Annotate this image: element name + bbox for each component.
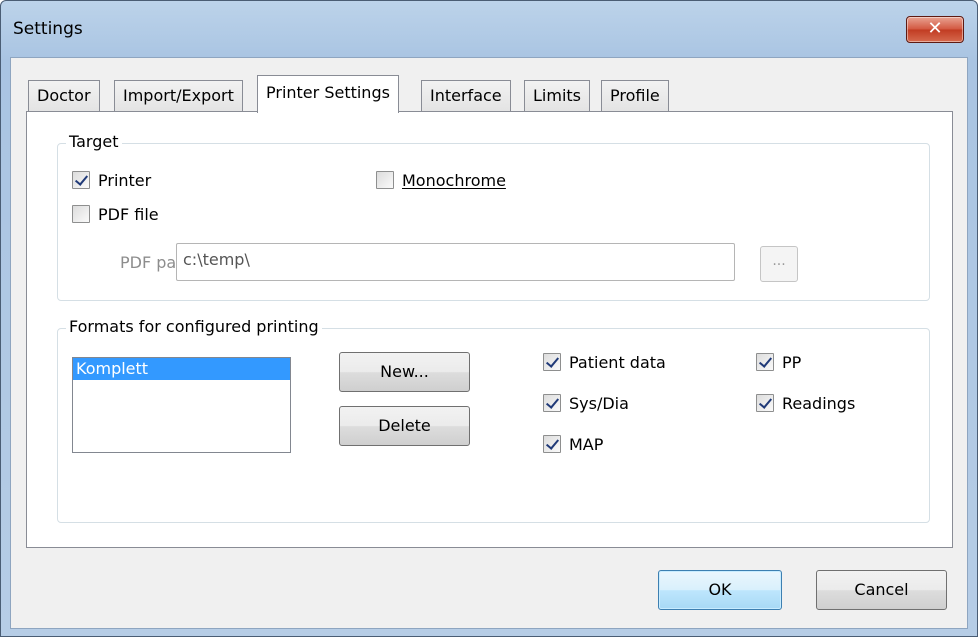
window-title: Settings [13,19,83,39]
tab-profile[interactable]: Profile [601,80,669,112]
dialog-client-area: Doctor Import/Export Printer Settings In… [10,57,968,629]
tab-doctor[interactable]: Doctor [28,80,100,112]
close-icon: ✕ [927,18,943,39]
tab-printer-settings[interactable]: Printer Settings [257,75,399,113]
tab-interface[interactable]: Interface [421,80,511,112]
tab-import-export[interactable]: Import/Export [114,80,243,112]
new-format-button[interactable]: New... [339,352,470,392]
target-group-label: Target [66,133,122,151]
pdf-path-input[interactable]: c:\temp\ [176,243,735,281]
list-item[interactable]: Komplett [73,358,290,380]
map-checkbox[interactable] [543,435,561,453]
title-bar[interactable]: Settings ✕ [1,1,977,57]
formats-group-label: Formats for configured printing [66,318,322,336]
monochrome-checkbox[interactable] [376,171,394,189]
formats-listbox[interactable]: Komplett [72,357,291,453]
cancel-button[interactable]: Cancel [816,570,947,610]
pp-checkbox[interactable] [756,353,774,371]
pdf-file-checkbox-label[interactable]: PDF file [98,206,159,224]
sys-dia-checkbox-label[interactable]: Sys/Dia [569,395,629,413]
map-checkbox-label[interactable]: MAP [569,436,603,454]
printer-checkbox[interactable] [72,171,90,189]
readings-checkbox-label[interactable]: Readings [782,395,855,413]
ok-button[interactable]: OK [658,570,782,610]
printer-checkbox-label[interactable]: Printer [98,172,151,190]
pp-checkbox-label[interactable]: PP [782,354,801,372]
monochrome-checkbox-label[interactable]: Monochrome [402,172,506,190]
sys-dia-checkbox[interactable] [543,394,561,412]
settings-dialog: Settings ✕ Doctor Import/Export Printer … [0,0,978,637]
patient-data-checkbox-label[interactable]: Patient data [569,354,666,372]
browse-button[interactable]: ... [760,246,798,282]
tab-limits[interactable]: Limits [524,80,590,112]
readings-checkbox[interactable] [756,394,774,412]
patient-data-checkbox[interactable] [543,353,561,371]
delete-format-button[interactable]: Delete [339,406,470,446]
close-button[interactable]: ✕ [906,16,964,43]
pdf-file-checkbox[interactable] [72,205,90,223]
printer-settings-page: Target Printer Monochrome PDF file PDF p… [26,111,953,548]
